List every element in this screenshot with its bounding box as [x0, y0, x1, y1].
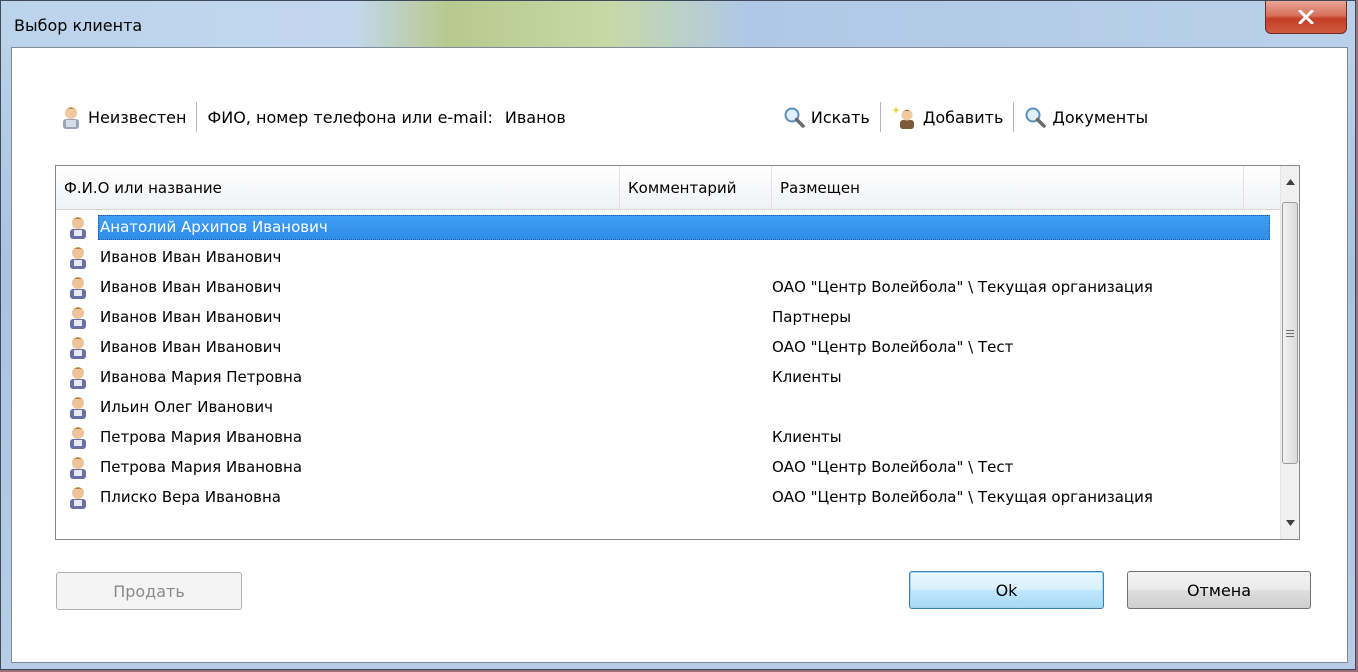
- documents-button-label: Документы: [1052, 107, 1149, 127]
- table-row[interactable]: Плиско Вера Ивановна ОАО "Центр Волейбол…: [56, 482, 1280, 512]
- sell-button[interactable]: Продать: [56, 572, 242, 610]
- user-icon: [56, 275, 100, 299]
- column-header-filler: [1244, 166, 1280, 210]
- toolbar-separator: [1013, 102, 1015, 132]
- table-row[interactable]: Петрова Мария Ивановна ОАО "Центр Волейб…: [56, 452, 1280, 482]
- row-name: Иванов Иван Иванович: [100, 308, 282, 326]
- row-name: Иванова Мария Петровна: [100, 368, 303, 386]
- table-row[interactable]: Иванов Иван Иванович ОАО "Центр Волейбол…: [56, 272, 1280, 302]
- add-client-label: Добавить: [922, 107, 1004, 127]
- scrollbar-thumb[interactable]: [1282, 202, 1298, 464]
- list-header: Ф.И.О или название Комментарий Размещен: [56, 166, 1280, 210]
- row-placed: ОАО "Центр Волейбола" \ Текущая организа…: [772, 278, 1153, 296]
- arrow-down-icon: [1285, 520, 1295, 526]
- row-name: Ильин Олег Иванович: [100, 398, 273, 416]
- close-icon: [1298, 10, 1314, 24]
- user-icon: [56, 215, 100, 239]
- search-input[interactable]: [498, 101, 775, 133]
- row-name: Иванов Иван Иванович: [100, 248, 282, 266]
- client-list[interactable]: Ф.И.О или название Комментарий Размещен …: [55, 165, 1300, 540]
- arrow-up-icon: [1285, 179, 1295, 185]
- table-row[interactable]: Иванов Иван Иванович Партнеры: [56, 302, 1280, 332]
- user-icon: [56, 305, 100, 329]
- column-header-placed[interactable]: Размещен: [772, 166, 1244, 210]
- add-client-button[interactable]: Добавить: [885, 101, 1010, 133]
- unknown-client-button[interactable]: Неизвестен: [54, 101, 192, 133]
- user-icon: [56, 455, 100, 479]
- row-name: Иванов Иван Иванович: [100, 338, 282, 356]
- row-name: Иванов Иван Иванович: [100, 278, 282, 296]
- row-placed: Клиенты: [772, 368, 842, 386]
- documents-button[interactable]: Документы: [1018, 101, 1154, 133]
- search-label: ФИО, номер телефона или e-mail:: [207, 107, 493, 127]
- table-row[interactable]: Иванова Мария Петровна Клиенты: [56, 362, 1280, 392]
- grip-icon: [1286, 329, 1294, 337]
- title-bar[interactable]: Выбор клиента: [1, 1, 1355, 47]
- list-rows: Анатолий Архипов Иванович Иванов Иван Ив…: [56, 212, 1280, 512]
- row-name: Плиско Вера Ивановна: [100, 488, 281, 506]
- window-title: Выбор клиента: [14, 16, 143, 35]
- column-header-name[interactable]: Ф.И.О или название: [56, 166, 620, 210]
- vertical-scrollbar[interactable]: [1280, 166, 1299, 539]
- scroll-up-button[interactable]: [1281, 166, 1299, 198]
- toolbar-separator: [196, 102, 198, 132]
- row-name: Петрова Мария Ивановна: [100, 458, 303, 476]
- table-row[interactable]: Петрова Мария Ивановна Клиенты: [56, 422, 1280, 452]
- table-row[interactable]: Иванов Иван Иванович: [56, 242, 1280, 272]
- user-icon: [56, 335, 100, 359]
- user-icon: [56, 365, 100, 389]
- toolbar: Неизвестен ФИО, номер телефона или e-mai…: [54, 96, 1350, 138]
- table-row[interactable]: Иванов Иван Иванович ОАО "Центр Волейбол…: [56, 332, 1280, 362]
- ok-button[interactable]: Ok: [909, 571, 1104, 609]
- row-placed: ОАО "Центр Волейбола" \ Тест: [772, 338, 1014, 356]
- search-button-label: Искать: [810, 107, 870, 127]
- row-name: Петрова Мария Ивановна: [100, 428, 303, 446]
- user-icon: [56, 395, 100, 419]
- unknown-client-label: Неизвестен: [88, 107, 187, 127]
- row-placed: Партнеры: [772, 308, 852, 326]
- user-icon: [56, 485, 100, 509]
- user-icon: [56, 245, 100, 269]
- cancel-button[interactable]: Отмена: [1127, 571, 1311, 609]
- magnifier-icon: [1024, 106, 1047, 128]
- row-placed: ОАО "Центр Волейбола" \ Тест: [772, 458, 1014, 476]
- add-user-icon: [891, 105, 917, 129]
- close-button[interactable]: [1265, 1, 1347, 34]
- user-icon: [56, 425, 100, 449]
- table-row[interactable]: Ильин Олег Иванович: [56, 392, 1280, 422]
- user-icon: [60, 105, 82, 129]
- table-row[interactable]: Анатолий Архипов Иванович: [56, 212, 1280, 242]
- row-name: Анатолий Архипов Иванович: [100, 218, 328, 236]
- row-placed: ОАО "Центр Волейбола" \ Текущая организа…: [772, 488, 1153, 506]
- toolbar-separator: [879, 102, 881, 132]
- column-header-comment[interactable]: Комментарий: [620, 166, 772, 210]
- magnifier-icon: [783, 106, 805, 128]
- search-button[interactable]: Искать: [777, 101, 876, 133]
- scroll-down-button[interactable]: [1281, 507, 1299, 539]
- row-placed: Клиенты: [772, 428, 842, 446]
